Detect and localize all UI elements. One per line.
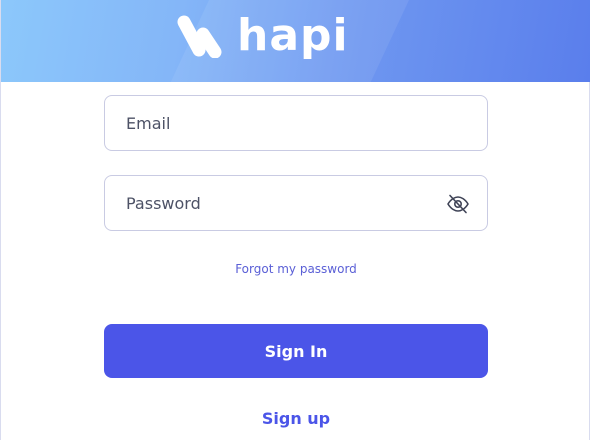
brand-name: hapi (237, 10, 349, 61)
header-banner: hapi (1, 0, 590, 82)
password-field[interactable] (104, 175, 488, 231)
sign-up-link[interactable]: Sign up (262, 409, 330, 428)
forgot-password-link[interactable]: Forgot my password (235, 262, 357, 276)
email-field[interactable] (104, 95, 488, 151)
sign-in-button[interactable]: Sign In (104, 324, 488, 378)
brand-logo: hapi (175, 10, 349, 62)
email-input[interactable] (126, 113, 436, 133)
forgot-password-row: Forgot my password (1, 258, 590, 277)
login-page: hapi Forgot my password Sign In Sign up (0, 0, 590, 440)
sign-up-row: Sign up (1, 409, 590, 428)
hapi-mark-icon (177, 15, 222, 58)
eye-slash-icon[interactable] (446, 192, 470, 216)
password-input[interactable] (126, 193, 436, 213)
